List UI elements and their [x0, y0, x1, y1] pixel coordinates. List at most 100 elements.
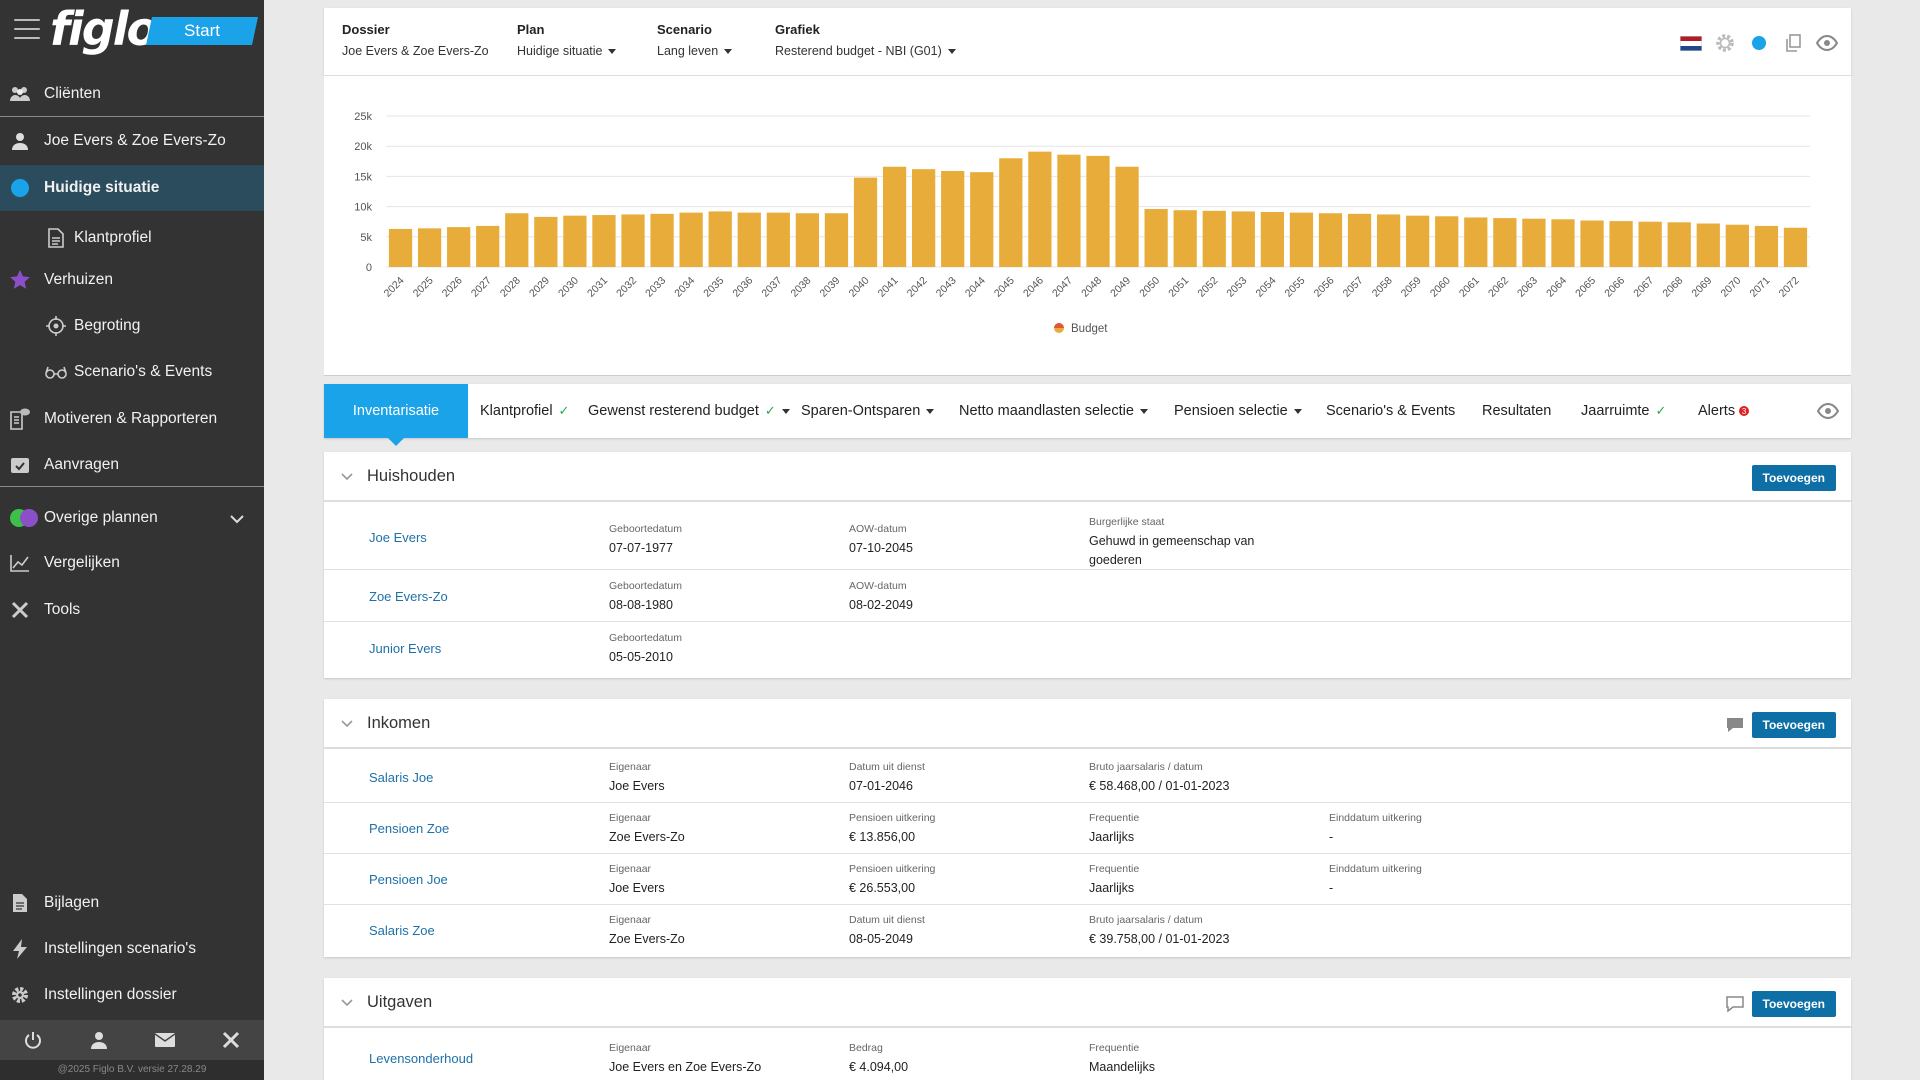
x-tick-label: 2067 [1631, 275, 1656, 300]
add-button[interactable]: Toevoegen [1751, 991, 1836, 1017]
sidebar-item-klantprofiel[interactable]: Klantprofiel [0, 215, 264, 261]
y-tick-label: 15k [354, 171, 372, 183]
tab-jaarruimte[interactable]: Jaarruimte ✓ [1581, 384, 1666, 438]
chart-bar [1376, 214, 1401, 267]
chart-bar [1289, 212, 1314, 267]
field-label: AOW-datum [849, 523, 907, 535]
row-name-link[interactable]: Zoe Evers-Zo [369, 589, 448, 604]
power-icon[interactable] [22, 1029, 44, 1051]
users-icon [9, 83, 31, 105]
user-icon[interactable] [88, 1029, 110, 1051]
sidebar-item-instellingen-scenarios[interactable]: Instellingen scenario's [0, 926, 264, 972]
sidebar-item-tools[interactable]: Tools [0, 587, 264, 633]
tab-label: Jaarruimte [1581, 403, 1650, 419]
start-button[interactable]: Start [146, 17, 258, 45]
sidebar-item-clienten[interactable]: Cliënten [0, 71, 264, 117]
sidebar-item-bijlagen[interactable]: Bijlagen [0, 880, 264, 926]
sidebar-item-dossier[interactable]: Joe Evers & Zoe Evers-Zo [0, 118, 264, 164]
field: AOW-datum 08-02-2049 [849, 580, 913, 615]
row-name-link[interactable]: Salaris Joe [369, 770, 433, 785]
chevron-down-icon[interactable] [340, 717, 354, 731]
sidebar-item-begroting[interactable]: Begroting [0, 303, 264, 349]
tab-pensioen-selectie[interactable]: Pensioen selectie [1174, 384, 1302, 438]
tab-netto-maandlasten-selectie[interactable]: Netto maandlasten selectie [959, 384, 1148, 438]
tab-klantprofiel[interactable]: Klantprofiel ✓ [480, 384, 569, 438]
sidebar-item-vergelijken[interactable]: Vergelijken [0, 540, 264, 586]
tab-resultaten[interactable]: Resultaten [1482, 384, 1551, 438]
eye-icon[interactable] [1816, 402, 1840, 424]
row-name-link[interactable]: Levensonderhoud [369, 1051, 473, 1066]
plan-select[interactable]: Huidige situatie [517, 44, 617, 58]
x-tick-label: 2039 [818, 275, 843, 300]
eye-icon[interactable] [1815, 32, 1839, 54]
chart-bar [1057, 154, 1081, 267]
tab-alerts[interactable]: Alerts 3 [1698, 384, 1750, 438]
x-tick-label: 2032 [614, 275, 639, 300]
plan-value: Huidige situatie [517, 44, 603, 58]
section-title: Inkomen [367, 714, 431, 732]
chevron-down-icon[interactable] [340, 996, 354, 1010]
copy-icon[interactable] [1781, 32, 1805, 54]
sidebar-item-instellingen-dossier[interactable]: Instellingen dossier [0, 972, 264, 1018]
x-tick-label: 2047 [1050, 275, 1075, 300]
report-icon [9, 408, 31, 430]
add-button[interactable]: Toevoegen [1751, 712, 1836, 738]
chart-bar [1173, 210, 1197, 267]
sidebar-item-aanvragen[interactable]: Aanvragen [0, 442, 264, 488]
tab-bar: Inventarisatie Klantprofiel ✓ Gewenst res… [324, 384, 1851, 446]
chart-bar [447, 227, 471, 267]
row-name-link[interactable]: Salaris Zoe [369, 923, 435, 938]
tab-sparen-ontsparen[interactable]: Sparen-Ontsparen [801, 384, 935, 438]
flag-nl-icon[interactable] [1679, 32, 1703, 54]
sidebar-item-overige-plannen[interactable]: Overige plannen [0, 495, 264, 541]
tab-inventarisatie[interactable]: Inventarisatie [324, 384, 468, 446]
comment-icon[interactable] [1725, 995, 1745, 1013]
field-value: 07-07-1977 [609, 541, 673, 555]
x-tick-label: 2069 [1689, 275, 1714, 300]
field: Eigenaar Joe Evers [609, 863, 665, 898]
x-tick-label: 2046 [1021, 275, 1046, 300]
row-name-link[interactable]: Pensioen Zoe [369, 821, 449, 836]
field-value: Joe Evers [609, 881, 665, 895]
sidebar-item-label: Overige plannen [44, 509, 158, 526]
caret-down-icon [926, 408, 935, 414]
x-tick-label: 2025 [411, 275, 436, 300]
tools-icon[interactable] [220, 1029, 242, 1051]
scenario-value: Lang leven [657, 44, 719, 58]
chevron-down-icon[interactable] [340, 470, 354, 484]
sidebar-item-label: Begroting [74, 317, 141, 334]
plans-icon [9, 507, 39, 529]
x-tick-label: 2061 [1457, 275, 1482, 300]
chart-bar [1231, 211, 1255, 267]
table-row: Salaris Zoe Eigenaar Zoe Evers-Zo Datum u… [324, 905, 1851, 957]
row-name-link[interactable]: Junior Evers [369, 641, 441, 656]
field-value: - [1329, 830, 1334, 844]
row-name-link[interactable]: Pensioen Joe [369, 872, 448, 887]
field: AOW-datum 07-10-2045 [849, 523, 913, 558]
x-tick-label: 2070 [1718, 275, 1743, 300]
sidebar-item-motiveren-rapporteren[interactable]: Motiveren & Rapporteren [0, 396, 264, 442]
menu-icon[interactable] [14, 19, 40, 39]
gear-icon[interactable] [1713, 32, 1737, 54]
chevron-down-icon[interactable] [230, 511, 244, 529]
scenario-select[interactable]: Lang leven [657, 44, 733, 58]
check-icon: ✓ [764, 403, 776, 418]
status-dot-icon[interactable] [1747, 32, 1771, 54]
legend-marker-top [1054, 323, 1064, 328]
compare-icon [9, 552, 31, 574]
tab-scenarios-events[interactable]: Scenario's & Events [1326, 384, 1455, 438]
grafiek-select[interactable]: Resterend budget - NBI (G01) [775, 44, 956, 58]
tab-gewenst-resterend-budget[interactable]: Gewenst resterend budget ✓ [588, 384, 790, 438]
x-tick-label: 2064 [1544, 275, 1569, 300]
mail-icon[interactable] [154, 1029, 176, 1051]
row-name-link[interactable]: Joe Evers [369, 530, 427, 545]
field: Geboortedatum 07-07-1977 [609, 523, 682, 558]
dossier-field: Dossier Joe Evers & Zoe Evers-Zo [342, 22, 489, 58]
sidebar-item-scenarios-events[interactable]: Scenario's & Events [0, 349, 264, 395]
comment-icon[interactable] [1725, 716, 1745, 734]
sidebar-item-verhuizen[interactable]: Verhuizen [0, 257, 264, 303]
chart-bar [1086, 155, 1110, 267]
alert-count-badge: 3 [1739, 406, 1750, 416]
add-button[interactable]: Toevoegen [1751, 465, 1836, 491]
sidebar-item-huidige-situatie[interactable]: Huidige situatie [0, 165, 264, 211]
